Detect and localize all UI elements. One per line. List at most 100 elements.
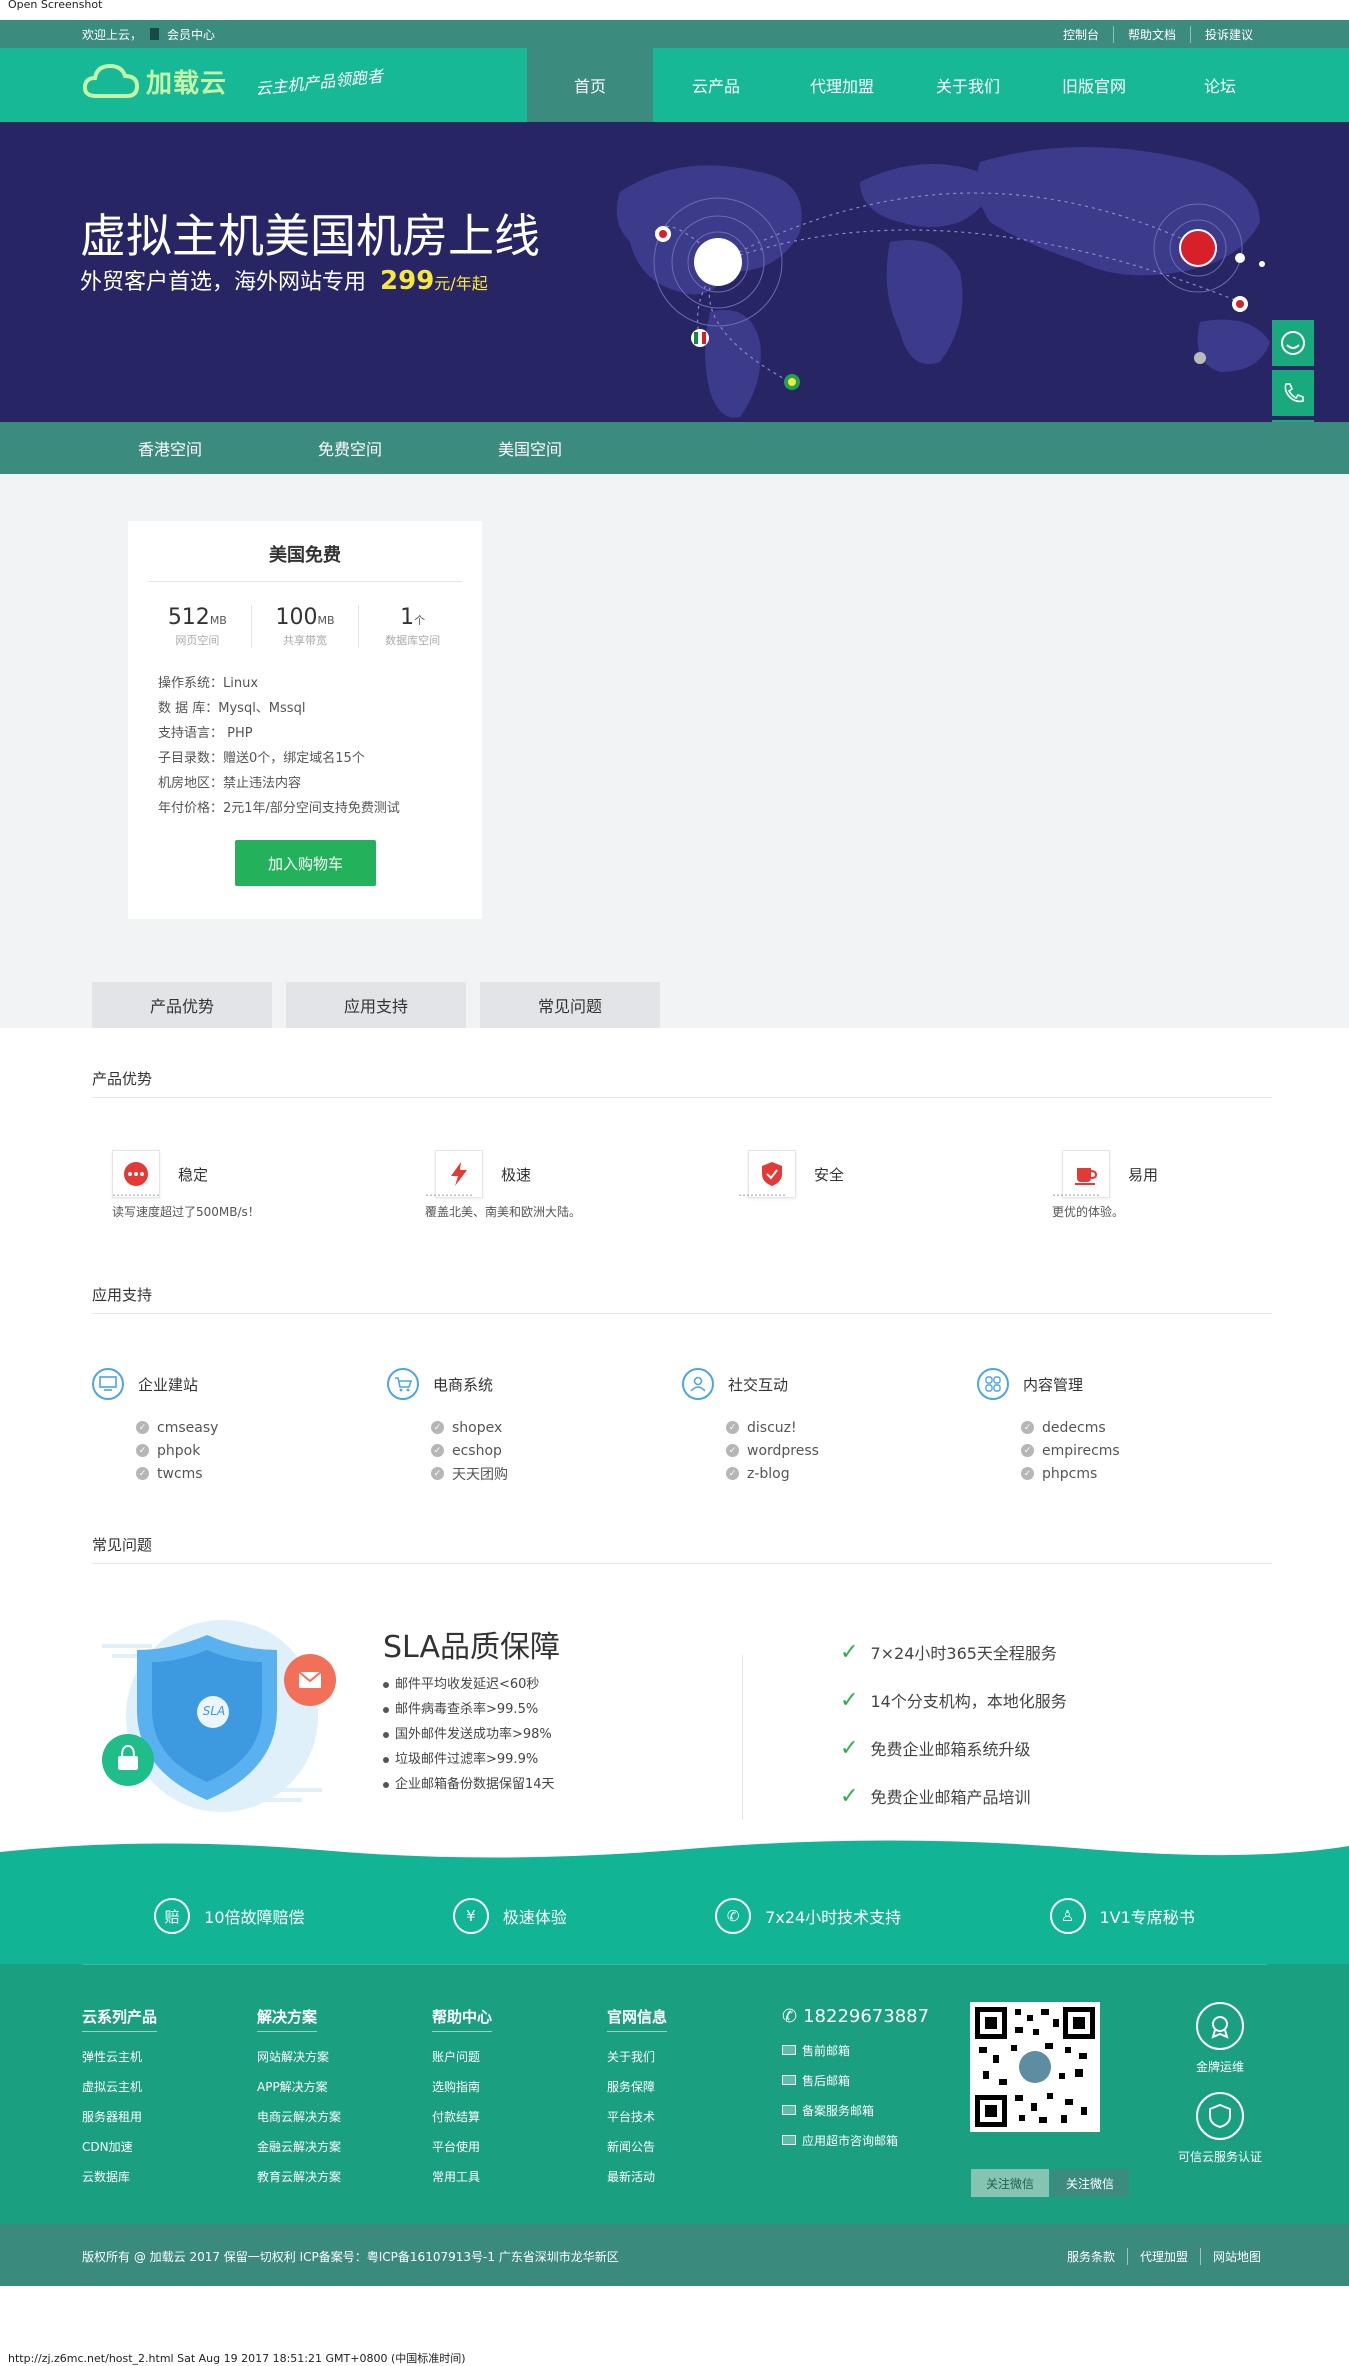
feature-secretary: ♙ 1V1专席秘书 (1049, 1898, 1195, 1934)
feature-label: 1V1专席秘书 (1099, 1908, 1195, 1927)
footer-link[interactable]: CDN加速 (82, 2132, 157, 2162)
phone-button[interactable] (1272, 370, 1314, 416)
footer-link[interactable]: 付款结算 (432, 2102, 492, 2132)
app-item[interactable]: ✓ empirecms (1021, 1439, 1120, 1462)
app-item[interactable]: ✓ z-blog (726, 1462, 819, 1485)
grid-icon (977, 1368, 1009, 1400)
app-item[interactable]: ✓ ecshop (431, 1439, 508, 1462)
subnav-free-space[interactable]: 免费空间 (260, 422, 440, 474)
nav-home[interactable]: 首页 (527, 48, 653, 122)
footer-col-title: 官网信息 (607, 2006, 668, 2032)
footer-link[interactable]: 服务保障 (607, 2072, 667, 2102)
app-item-label: empirecms (1042, 1442, 1120, 1459)
footer-link[interactable]: 电商云解决方案 (257, 2102, 341, 2132)
member-center-link[interactable]: 会员中心 (167, 26, 215, 43)
info-os: 操作系统：Linux (158, 676, 259, 691)
tab-advantages[interactable]: 产品优势 (92, 982, 272, 1028)
app-item[interactable]: ✓ phpok (136, 1439, 218, 1462)
sla-item: 国外邮件发送成功率>98% (383, 1722, 555, 1747)
advantage-label: 安全 (814, 1165, 845, 1184)
complaint-link[interactable]: 投诉建议 (1189, 25, 1267, 43)
nav-agent[interactable]: 代理加盟 (779, 48, 905, 122)
console-link[interactable]: 控制台 (1049, 26, 1113, 43)
spec-value: 1 (400, 605, 415, 630)
footer-link[interactable]: 最新活动 (607, 2162, 667, 2192)
mail-label: 售前邮箱 (802, 2043, 851, 2058)
footer-link[interactable]: 教育云解决方案 (257, 2162, 341, 2192)
mail-link[interactable]: 售后邮箱 (782, 2065, 929, 2095)
footer-col-title: 解决方案 (257, 2006, 318, 2032)
app-item[interactable]: ✓ 天天团购 (431, 1462, 508, 1485)
service-promises: ✓ 7×24小时365天全程服务 ✓ 14个分支机构，本地化服务 ✓ 免费企业邮箱系统… (840, 1628, 1067, 1820)
sitemap-link[interactable]: 网站地图 (1199, 2248, 1273, 2265)
follow-wechat-button-2[interactable]: 关注微信 (1051, 2169, 1129, 2197)
help-docs-link[interactable]: 帮助文档 (1112, 25, 1190, 43)
footer-link[interactable]: 平台使用 (432, 2132, 492, 2162)
envelope-icon (782, 2105, 796, 2115)
hosting-subnav: 香港空间 免费空间 美国空间 (0, 422, 1349, 474)
mail-link[interactable]: 售前邮箱 (782, 2035, 929, 2065)
add-to-cart-button[interactable]: 加入购物车 (235, 840, 376, 886)
app-item[interactable]: ✓ wordpress (726, 1439, 819, 1462)
footer-link[interactable]: 虚拟云主机 (82, 2072, 157, 2102)
hero-banner[interactable]: 虚拟主机美国机房上线 外贸客户首选，海外网站专用 299 元/年起 (0, 122, 1349, 422)
promise-label: 免费企业邮箱系统升级 (870, 1740, 1031, 1759)
nav-forum[interactable]: 论坛 (1157, 48, 1283, 122)
desc-cut-line: ………… (738, 1190, 786, 1199)
promise-label: 免费企业邮箱产品培训 (870, 1788, 1031, 1807)
app-item[interactable]: ✓ discuz! (726, 1416, 819, 1439)
app-item[interactable]: ✓ twcms (136, 1462, 218, 1485)
footer-link[interactable]: 新闻公告 (607, 2132, 667, 2162)
spec-unit: MB (317, 614, 335, 627)
footer-link[interactable]: 常用工具 (432, 2162, 492, 2192)
check-icon: ✓ (840, 1783, 859, 1809)
footer-link[interactable]: 金融云解决方案 (257, 2132, 341, 2162)
nav-about[interactable]: 关于我们 (905, 48, 1031, 122)
tab-app-support[interactable]: 应用支持 (286, 982, 466, 1028)
copyright-bar: 版权所有 @ 加载云 2017 保留一切权利 ICP备案号：粤ICP备16107… (0, 2224, 1349, 2286)
spec-unit: MB (209, 614, 227, 627)
footer-link[interactable]: 弹性云主机 (82, 2042, 157, 2072)
check-icon: ✓ (726, 1467, 739, 1480)
nav-cloud-products[interactable]: 云产品 (653, 48, 779, 122)
mail-link[interactable]: 备案服务邮箱 (782, 2095, 929, 2125)
app-item[interactable]: ✓ phpcms (1021, 1462, 1120, 1485)
footer-link[interactable]: 网站解决方案 (257, 2042, 341, 2072)
feature-list: 赔 10倍故障赔偿 ¥ 极速体验 ✆ 7x24小时技术支持 ♙ 1V1专席秘书 (0, 1898, 1349, 1934)
wrench-icon: ✆ (715, 1898, 752, 1934)
footer-link[interactable]: 账户问题 (432, 2042, 492, 2072)
footer-link[interactable]: 关于我们 (607, 2042, 667, 2072)
promise-item: ✓ 免费企业邮箱产品培训 (840, 1772, 1067, 1820)
check-icon: ✓ (726, 1444, 739, 1457)
tab-faq[interactable]: 常见问题 (480, 982, 660, 1028)
footer-link[interactable]: APP解决方案 (257, 2072, 341, 2102)
spec-label: 网页空间 (175, 634, 220, 647)
mail-link[interactable]: 应用超市咨询邮箱 (782, 2125, 929, 2155)
site-logo[interactable]: 加载云 云主机产品领跑者 (82, 62, 384, 100)
subnav-hk-space[interactable]: 香港空间 (80, 422, 260, 474)
footer-col-info: 官网信息 关于我们 服务保障 平台技术 新闻公告 最新活动 (607, 2006, 668, 2192)
app-item-label: 天天团购 (452, 1466, 508, 1483)
follow-wechat-button[interactable]: 关注微信 (971, 2169, 1049, 2197)
check-icon: ✓ (431, 1421, 444, 1434)
customer-service-button[interactable] (1272, 320, 1314, 366)
product-info-list: 操作系统：Linux 数 据 库：Mysql、Mssql 支持语言： PHP 子… (158, 671, 400, 821)
banner-price: 299 (380, 266, 435, 296)
app-item[interactable]: ✓ dedecms (1021, 1416, 1120, 1439)
advantage-desc: ………… (738, 1190, 958, 1202)
subnav-us-space[interactable]: 美国空间 (440, 422, 620, 474)
agent-link[interactable]: 代理加盟 (1126, 2248, 1200, 2265)
screenshot-label: Open Screenshot (8, 0, 103, 11)
app-item[interactable]: ✓ shopex (431, 1416, 508, 1439)
terms-link[interactable]: 服务条款 (1055, 2248, 1127, 2265)
footer-link[interactable]: 平台技术 (607, 2102, 667, 2132)
copyright-text: 版权所有 @ 加载云 2017 保留一切权利 ICP备案号：粤ICP备16107… (82, 2250, 619, 2264)
app-item[interactable]: ✓ cmseasy (136, 1416, 218, 1439)
world-map-graphic (616, 147, 1270, 418)
footer-link[interactable]: 选购指南 (432, 2072, 492, 2102)
footer-link[interactable]: 服务器租用 (82, 2102, 157, 2132)
nav-old-site[interactable]: 旧版官网 (1031, 48, 1157, 122)
footer-link[interactable]: 云数据库 (82, 2162, 157, 2192)
spec-value: 100 (275, 605, 318, 630)
app-item-label: wordpress (747, 1442, 819, 1459)
